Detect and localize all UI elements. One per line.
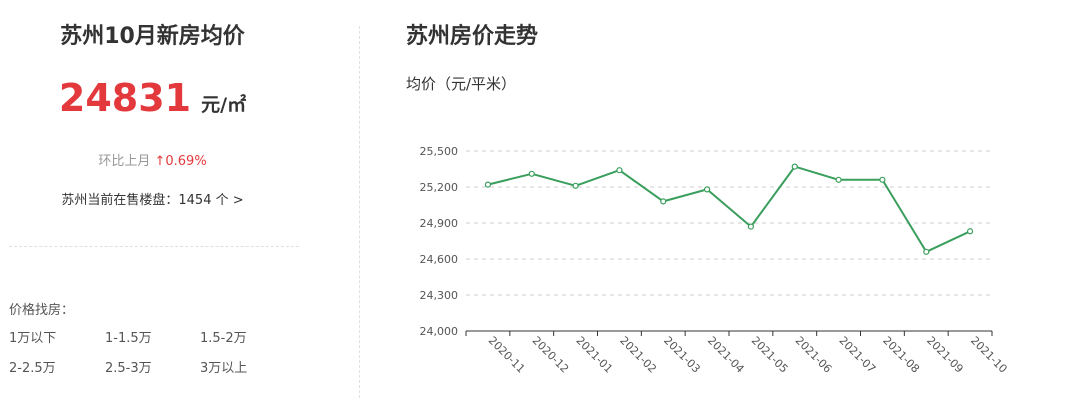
x-tick-label: 2021-06 [793,334,835,376]
data-point [966,228,974,235]
data-point [835,176,842,183]
data-point [923,248,930,255]
x-tick-label: 2020-12 [530,334,572,376]
data-point [660,198,667,205]
data-point [484,181,492,188]
x-tick-label: 2020-11 [486,334,528,376]
y-tick-label: 25,500 [420,145,459,158]
data-point [616,167,623,174]
price-trend-chart: 24,000 24,300 24,600 24,900 25,200 25,500 2020… [420,145,1010,376]
y-tick-label: 25,200 [420,181,459,194]
x-tick-label: 2021-10 [968,334,1010,376]
series-line [487,165,971,253]
data-point [528,170,535,177]
x-tick-label: 2021-07 [836,334,878,376]
x-tick-label: 2021-03 [661,334,703,376]
x-tick-label: 2021-08 [880,334,922,376]
y-tick-label: 24,600 [420,253,459,266]
data-point [879,176,886,183]
y-tick-label: 24,300 [420,289,459,302]
data-point [747,223,755,230]
y-tick-label: 24,900 [420,217,459,230]
data-point [572,182,579,189]
x-tick-label: 2021-02 [617,334,659,376]
x-tick-label: 2021-09 [924,334,966,376]
data-point [703,186,711,193]
x-tick-label: 2021-05 [749,334,791,376]
x-tick-label: 2021-04 [705,334,747,376]
data-point [791,163,798,170]
x-tick-label: 2021-01 [573,334,615,376]
y-tick-label: 24,000 [420,325,459,338]
